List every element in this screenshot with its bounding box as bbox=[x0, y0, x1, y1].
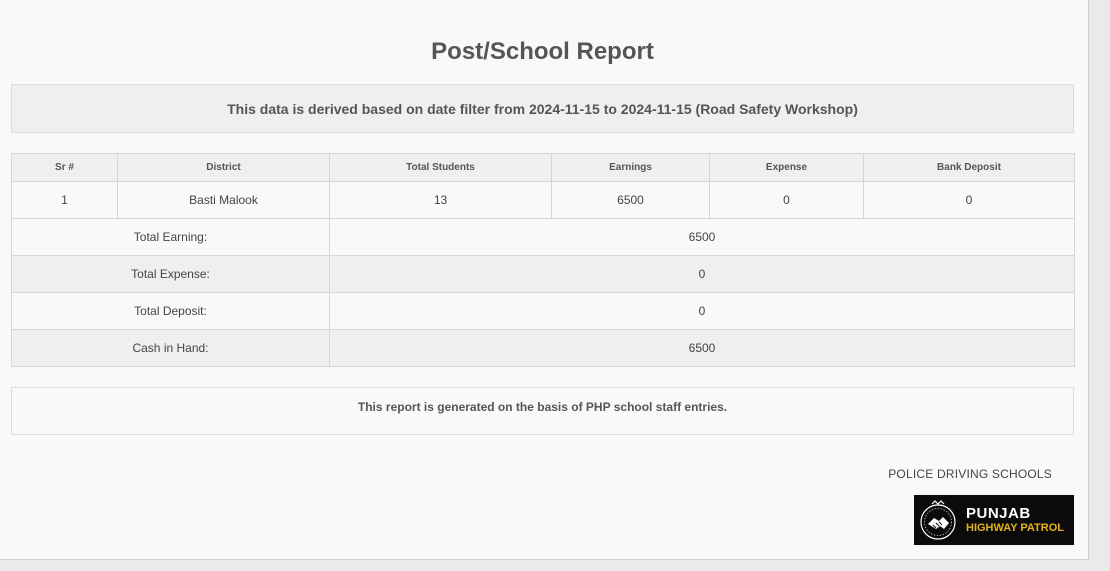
page-title: Post/School Report bbox=[431, 38, 654, 65]
report-page: Post/School Report This data is derived … bbox=[0, 0, 1089, 560]
summary-label: Cash in Hand: bbox=[11, 329, 330, 367]
handshake-emblem-icon bbox=[914, 495, 962, 545]
cell-district: Basti Malook bbox=[117, 181, 330, 219]
summary-row-total-earning: Total Earning: 6500 bbox=[11, 218, 1075, 256]
cell-sr: 1 bbox=[11, 181, 118, 219]
summary-label: Total Deposit: bbox=[11, 292, 330, 330]
column-header-sr: Sr # bbox=[11, 153, 118, 182]
table-header-row: Sr # District Total Students Earnings Ex… bbox=[11, 153, 1075, 182]
summary-label: Total Earning: bbox=[11, 218, 330, 256]
table-row: 1 Basti Malook 13 6500 0 0 bbox=[11, 181, 1075, 219]
cell-bank-deposit: 0 bbox=[863, 181, 1075, 219]
column-header-bank-deposit: Bank Deposit bbox=[863, 153, 1075, 182]
summary-label: Total Expense: bbox=[11, 255, 330, 293]
column-header-total-students: Total Students bbox=[329, 153, 552, 182]
report-note-text: This report is generated on the basis of… bbox=[357, 400, 728, 414]
column-header-district: District bbox=[117, 153, 330, 182]
punjab-highway-patrol-logo: PUNJAB HIGHWAY PATROL bbox=[914, 495, 1074, 545]
report-note: This report is generated on the basis of… bbox=[11, 387, 1074, 435]
organization-name: POLICE DRIVING SCHOOLS bbox=[888, 467, 1052, 481]
cell-earnings: 6500 bbox=[551, 181, 710, 219]
logo-subtitle: HIGHWAY PATROL bbox=[966, 522, 1064, 534]
summary-value: 6500 bbox=[329, 329, 1075, 367]
column-header-earnings: Earnings bbox=[551, 153, 710, 182]
summary-value: 6500 bbox=[329, 218, 1075, 256]
report-table: Sr # District Total Students Earnings Ex… bbox=[11, 153, 1075, 367]
date-filter-text: This data is derived based on date filte… bbox=[227, 100, 858, 117]
summary-row-total-expense: Total Expense: 0 bbox=[11, 255, 1075, 293]
logo-title: PUNJAB bbox=[966, 505, 1031, 522]
cell-expense: 0 bbox=[709, 181, 864, 219]
cell-total-students: 13 bbox=[329, 181, 552, 219]
summary-value: 0 bbox=[329, 292, 1075, 330]
column-header-expense: Expense bbox=[709, 153, 864, 182]
summary-value: 0 bbox=[329, 255, 1075, 293]
summary-row-cash-in-hand: Cash in Hand: 6500 bbox=[11, 329, 1075, 367]
summary-row-total-deposit: Total Deposit: 0 bbox=[11, 292, 1075, 330]
date-filter-banner: This data is derived based on date filte… bbox=[11, 84, 1074, 133]
